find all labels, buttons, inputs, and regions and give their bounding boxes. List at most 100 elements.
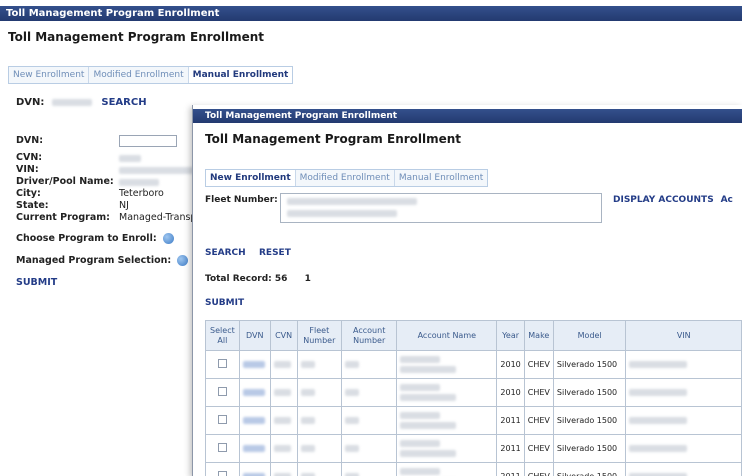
redacted-vin [629, 389, 688, 396]
cell-model: Silverado 1500 [552, 406, 627, 435]
cell-model: Silverado 1500 [552, 434, 627, 463]
redacted-cvn [273, 417, 291, 424]
front-window: Toll Management Program Enrollment Toll … [192, 105, 742, 476]
form-vin-row: VIN: [16, 164, 206, 176]
front-search-link[interactable]: SEARCH [205, 248, 246, 258]
total-records-label: Total Record: 56 [205, 274, 288, 284]
redacted-dvn [242, 389, 265, 396]
back-search-link[interactable]: SEARCH [101, 97, 146, 108]
col-dvn: DVN [238, 320, 271, 351]
front-reset-link[interactable]: RESET [259, 248, 291, 258]
redacted-vin [119, 167, 194, 174]
form-city-label: City: [16, 188, 41, 199]
back-submit-link[interactable]: SUBMIT [16, 277, 206, 289]
redacted-account-name [400, 356, 441, 363]
redacted-fleet-line-2 [287, 210, 397, 217]
cell-year: 2011 [496, 406, 525, 435]
col-account-name: Account Name [396, 320, 498, 351]
vehicles-table: Select All DVN CVN Fleet Number Account … [205, 320, 742, 476]
redacted-fleet [300, 417, 315, 424]
redacted-fleet [300, 361, 315, 368]
row-checkbox[interactable] [217, 359, 227, 368]
redacted-fleet [300, 445, 315, 452]
form-program-value: Managed-Transpo [119, 212, 203, 223]
page-link[interactable]: 1 [305, 274, 311, 284]
form-managed-row: Managed Program Selection: [16, 255, 206, 267]
redacted-fleet [300, 389, 315, 396]
cell-year: 2011 [496, 434, 525, 463]
front-page-title: Toll Management Program Enrollment [205, 132, 462, 146]
redacted-account-number [345, 445, 360, 452]
back-page-title: Toll Management Program Enrollment [8, 30, 265, 44]
col-fleet-number: Fleet Number [296, 320, 343, 351]
front-title-bar: Toll Management Program Enrollment [193, 109, 742, 123]
redacted-driver-name [119, 179, 159, 186]
form-program-label: Current Program: [16, 212, 110, 223]
front-tab-manual-enrollment[interactable]: Manual Enrollment [394, 170, 488, 186]
col-select-all[interactable]: Select All [205, 320, 240, 351]
front-tabs: New Enrollment Modified Enrollment Manua… [205, 169, 489, 187]
redacted-dvn [242, 361, 265, 368]
cell-make: CHEV [523, 434, 554, 463]
col-account-number: Account Number [341, 320, 398, 351]
row-checkbox[interactable] [217, 415, 227, 424]
display-accounts-row: DISPLAY ACCOUNTS Ac [613, 195, 733, 205]
redacted-cvn [273, 445, 291, 452]
cell-make: CHEV [523, 462, 554, 476]
back-dvn-label: DVN: [16, 97, 45, 108]
form-program-row: Current Program: Managed-Transpo [16, 212, 206, 224]
table-row: 2011 CHEV Silverado 1500 [205, 406, 742, 435]
redacted-vin [629, 445, 688, 452]
row-checkbox[interactable] [217, 471, 227, 476]
front-submit-link[interactable]: SUBMIT [205, 298, 244, 308]
help-icon[interactable] [162, 233, 174, 244]
redacted-cvn [273, 361, 291, 368]
cell-model: Silverado 1500 [552, 350, 627, 379]
redacted-cvn [119, 155, 141, 162]
cell-year: 2010 [496, 350, 525, 379]
back-dvn-search-row: DVN: SEARCH [16, 97, 147, 108]
back-tab-manual-enrollment[interactable]: Manual Enrollment [188, 67, 293, 83]
col-vin: VIN [625, 320, 742, 351]
row-checkbox[interactable] [217, 387, 227, 396]
row-checkbox[interactable] [217, 443, 227, 452]
table-row: 2010 CHEV Silverado 1500 [205, 378, 742, 407]
back-tabs: New Enrollment Modified Enrollment Manua… [8, 66, 294, 84]
front-tab-modified-enrollment[interactable]: Modified Enrollment [295, 170, 395, 186]
redacted-dvn [242, 445, 265, 452]
form-driver-row: Driver/Pool Name: [16, 176, 206, 188]
cut-off-link[interactable]: Ac [721, 195, 733, 205]
fleet-number-label: Fleet Number: [205, 195, 278, 205]
back-tab-new-enrollment[interactable]: New Enrollment [9, 67, 90, 83]
help-icon[interactable] [177, 255, 189, 266]
back-title-bar: Toll Management Program Enrollment [0, 6, 742, 21]
form-choose-label: Choose Program to Enroll: [16, 233, 157, 244]
back-vehicle-form: DVN: CVN: VIN: Driver/Pool Name: City: T… [16, 130, 206, 289]
redacted-account-name [400, 440, 441, 447]
display-accounts-link[interactable]: DISPLAY ACCOUNTS [613, 195, 714, 205]
table-row: 2011 CHEV Silverado 1500 [205, 462, 742, 476]
cell-make: CHEV [523, 378, 554, 407]
col-model: Model [552, 320, 627, 351]
form-state-value: NJ [119, 200, 129, 211]
fleet-number-select[interactable] [280, 193, 602, 223]
redacted-account-name [400, 412, 441, 419]
form-cvn-row: CVN: [16, 152, 206, 164]
redacted-account-number [345, 389, 360, 396]
redacted-fleet-line-1 [287, 198, 417, 205]
form-choose-row: Choose Program to Enroll: [16, 233, 206, 245]
form-managed-label: Managed Program Selection: [16, 255, 172, 266]
col-make: Make [523, 320, 554, 351]
col-year: Year [496, 320, 525, 351]
col-cvn: CVN [269, 320, 298, 351]
table-header-row: Select All DVN CVN Fleet Number Account … [205, 320, 742, 351]
redacted-account-name [400, 468, 441, 475]
redacted-dvn [242, 417, 265, 424]
cell-make: CHEV [523, 350, 554, 379]
table-row: 2010 CHEV Silverado 1500 [205, 350, 742, 379]
back-tab-modified-enrollment[interactable]: Modified Enrollment [89, 67, 189, 83]
form-dvn-input[interactable] [119, 134, 177, 147]
redacted-account-number [345, 361, 360, 368]
front-tab-new-enrollment[interactable]: New Enrollment [206, 170, 296, 186]
redacted-vin [629, 417, 688, 424]
